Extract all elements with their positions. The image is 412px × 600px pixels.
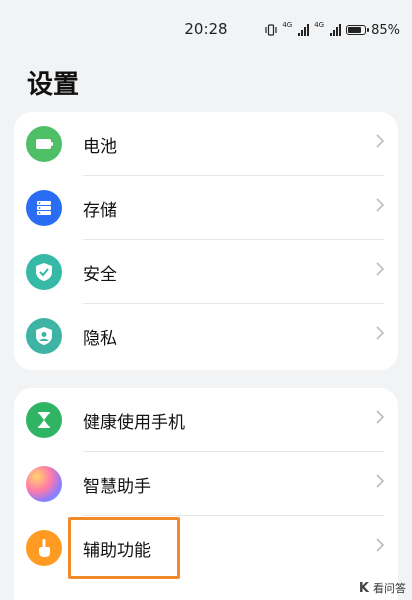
chevron-right-icon	[376, 198, 384, 212]
battery-fill	[348, 27, 362, 33]
settings-item-label: 电池	[83, 137, 117, 157]
status-bar: 20:28 4G 4G 85%	[0, 0, 412, 60]
settings-item-storage[interactable]: 存储	[14, 176, 398, 240]
signal-icon	[298, 24, 310, 36]
settings-item-label: 存储	[83, 201, 117, 221]
settings-item-digital-balance[interactable]: 健康使用手机	[14, 388, 398, 452]
vibrate-icon	[265, 24, 277, 36]
settings-group-1: 电池 存储 安全 隐私	[14, 112, 398, 370]
chevron-right-icon	[376, 326, 384, 340]
settings-item-security[interactable]: 安全	[14, 240, 398, 304]
watermark-logo-icon: K	[358, 580, 369, 596]
network-type-label-2: 4G	[314, 21, 325, 29]
settings-item-label: 安全	[83, 265, 117, 285]
chevron-right-icon	[376, 262, 384, 276]
battery-icon	[26, 126, 62, 162]
chevron-right-icon	[376, 134, 384, 148]
settings-item-privacy[interactable]: 隐私	[14, 304, 398, 368]
chevron-right-icon	[376, 474, 384, 488]
settings-item-label: 隐私	[83, 329, 117, 349]
storage-icon	[26, 190, 62, 226]
battery-status-icon	[346, 25, 370, 35]
settings-item-battery[interactable]: 电池	[14, 112, 398, 176]
hourglass-icon	[26, 402, 62, 438]
watermark: K 看问答	[359, 580, 406, 596]
watermark-text: 看问答	[373, 582, 406, 595]
settings-item-label: 健康使用手机	[83, 413, 185, 433]
chevron-right-icon	[376, 538, 384, 552]
signal-icon-2	[330, 24, 342, 36]
highlight-box	[68, 517, 180, 579]
privacy-icon	[26, 318, 62, 354]
page-title: 设置	[27, 70, 80, 100]
shield-icon	[26, 254, 62, 290]
settings-item-label: 智慧助手	[83, 477, 151, 497]
smart-assistant-icon	[26, 466, 62, 502]
status-icons: 4G 4G 85%	[265, 21, 400, 39]
chevron-right-icon	[376, 410, 384, 424]
accessibility-hand-icon	[26, 530, 62, 566]
network-type-label: 4G	[282, 21, 293, 29]
settings-item-smart-assistant[interactable]: 智慧助手	[14, 452, 398, 516]
battery-percent: 85%	[371, 22, 400, 38]
